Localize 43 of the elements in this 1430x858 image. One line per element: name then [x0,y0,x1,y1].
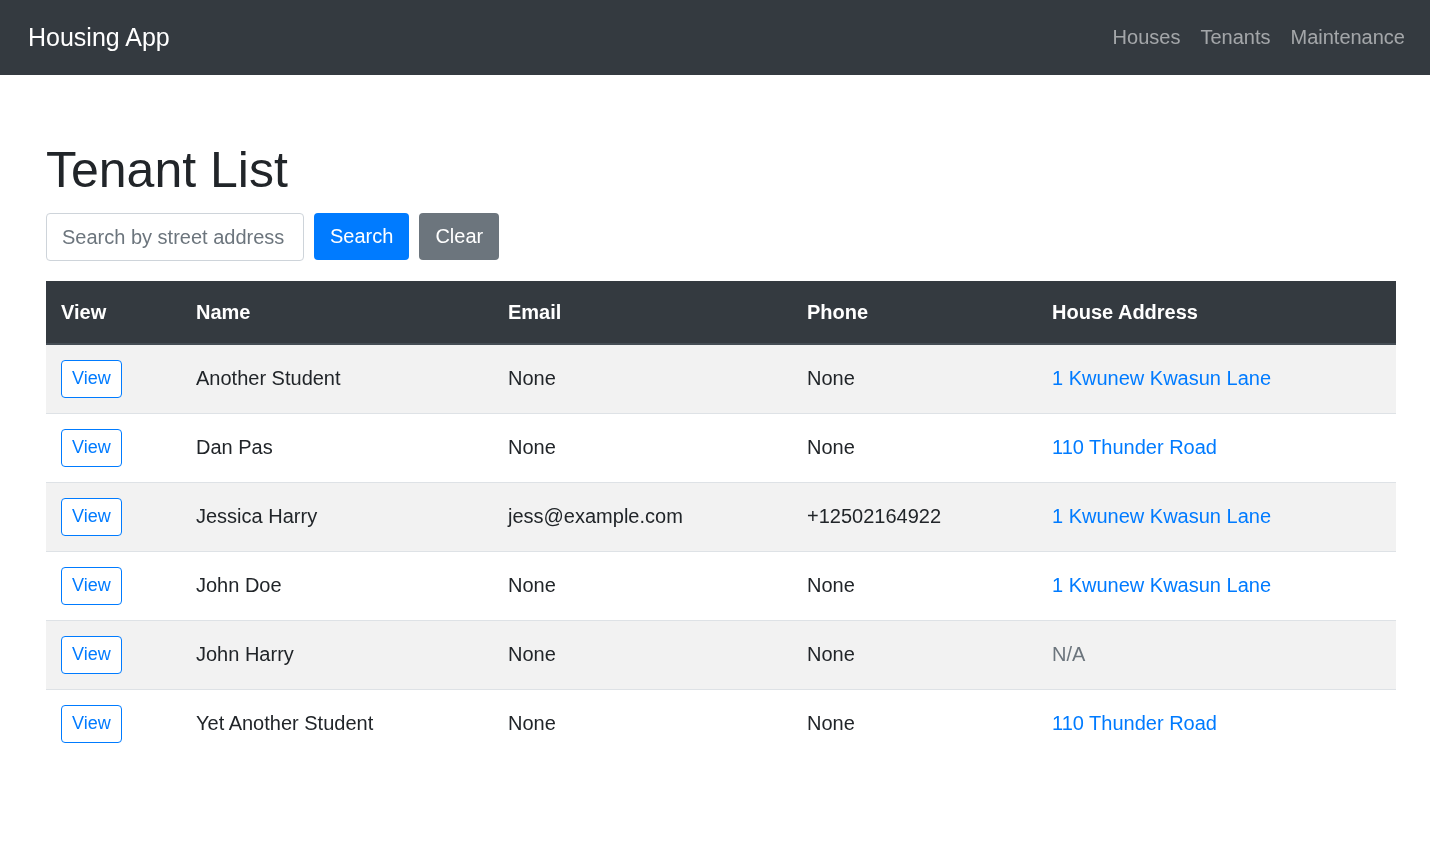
table-cell: None [493,344,792,413]
nav-link[interactable]: Houses [1112,26,1181,49]
view-button[interactable]: View [61,497,122,536]
page-heading: Tenant List [46,141,289,200]
table-cell: +12502164922 [792,482,1037,551]
table-cell: Jessica Harry [181,482,493,551]
address-text: N/A [1052,643,1086,665]
column-header: Phone [792,281,1037,344]
table-cell: John Harry [181,620,493,689]
table-cell: None [792,689,1037,758]
column-header: Name [181,281,493,344]
address-link[interactable]: 1 Kwunew Kwasun Lane [1052,505,1272,527]
column-header: House Address [1037,281,1396,344]
table-cell: None [792,551,1037,620]
view-button[interactable]: View [61,359,122,398]
address-link[interactable]: 1 Kwunew Kwasun Lane [1052,574,1272,596]
view-button[interactable]: View [61,566,122,605]
table-cell: John Doe [181,551,493,620]
nav-link[interactable]: Tenants [1200,26,1271,49]
nav-link[interactable]: Maintenance [1290,26,1405,49]
address-link[interactable]: 110 Thunder Road [1052,712,1217,735]
table-cell: None [792,344,1037,413]
brand-link[interactable]: Housing App [28,23,170,52]
table-cell: None [792,620,1037,689]
table-cell: None [792,413,1037,482]
table-cell: Yet Another Student [181,689,493,758]
table-cell: None [493,413,792,482]
column-header: Email [493,281,792,344]
view-button[interactable]: View [61,704,122,743]
search-field[interactable]: Search by street address [46,213,304,261]
view-button[interactable]: View [61,635,122,674]
table-cell: None [493,551,792,620]
search-button[interactable]: Search [314,213,410,260]
table-cell: None [493,620,792,689]
table-cell: None [493,689,792,758]
table-cell: jess@example.com [493,482,792,551]
table-cell: Another Student [181,344,493,413]
address-link[interactable]: 110 Thunder Road [1052,436,1217,458]
view-button[interactable]: View [61,428,122,467]
clear-button[interactable]: Clear [419,213,500,260]
address-link[interactable]: 1 Kwunew Kwasun Lane [1052,367,1272,390]
column-header: View [46,281,181,344]
table-cell: Dan Pas [181,413,493,482]
